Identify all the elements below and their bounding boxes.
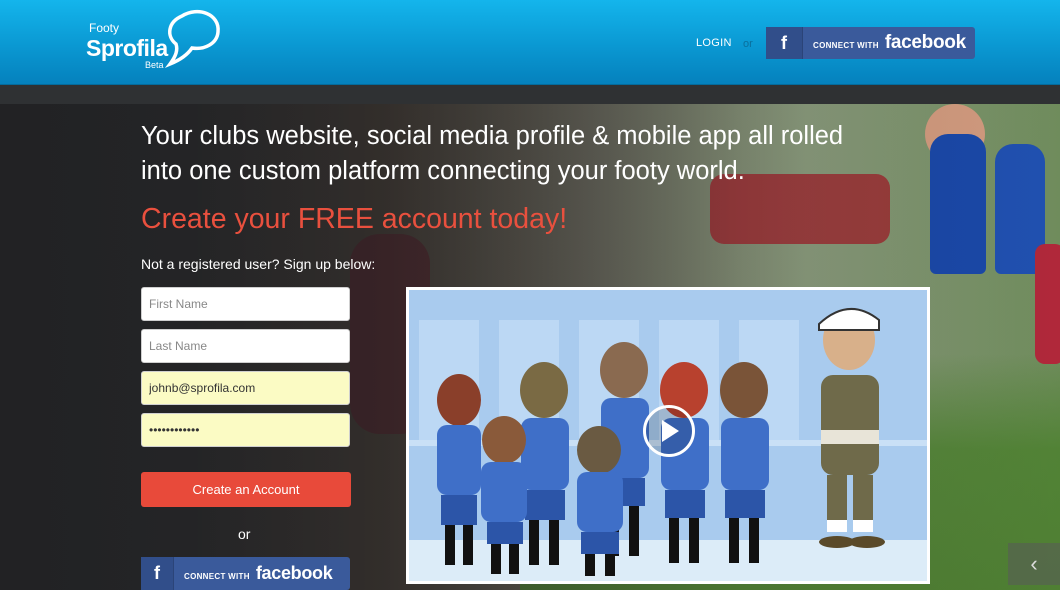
hero-headline: Your clubs website, social media profile… — [141, 119, 881, 189]
promo-video[interactable] — [406, 287, 930, 584]
headline-line-2: into one custom platform connecting your… — [141, 157, 745, 185]
password-field[interactable] — [141, 413, 350, 447]
sprofila-logo[interactable]: Footy Sprofila Beta — [84, 8, 224, 72]
header-or-separator: or — [743, 38, 753, 50]
facebook-icon: f — [141, 557, 174, 590]
last-name-field[interactable] — [141, 329, 350, 363]
facebook-connect-label: CONNECT WITH — [184, 572, 250, 581]
facebook-connect-label: CONNECT WITH — [813, 41, 879, 50]
facebook-brand-label: facebook — [884, 32, 966, 53]
email-field[interactable] — [141, 371, 350, 405]
create-account-button[interactable]: Create an Account — [141, 472, 351, 507]
first-name-field[interactable] — [141, 287, 350, 321]
logo-beta-text: Beta — [145, 60, 164, 70]
header-facebook-connect-button[interactable]: f CONNECT WITH facebook — [766, 27, 975, 59]
chevron-left-icon[interactable]: ‹ — [1008, 543, 1060, 585]
play-icon[interactable] — [643, 405, 695, 457]
facebook-brand-label: facebook — [255, 563, 333, 583]
speech-bubble-icon — [164, 10, 220, 68]
headline-line-1: Your clubs website, social media profile… — [141, 122, 844, 150]
free-account-cta: Create your FREE account today! — [141, 203, 568, 235]
logo-footy-text: Footy — [89, 21, 120, 35]
top-header: Footy Sprofila Beta LOGIN or f CONNECT W… — [0, 0, 1060, 85]
logo-name-text: Sprofila — [86, 35, 168, 61]
login-link[interactable]: LOGIN — [696, 37, 732, 49]
facebook-icon: f — [766, 27, 803, 59]
form-facebook-connect-button[interactable]: f CONNECT WITH facebook — [141, 557, 350, 590]
form-or-separator: or — [238, 526, 251, 542]
play-triangle-icon — [662, 420, 679, 442]
signup-hint: Not a registered user? Sign up below: — [141, 256, 376, 272]
